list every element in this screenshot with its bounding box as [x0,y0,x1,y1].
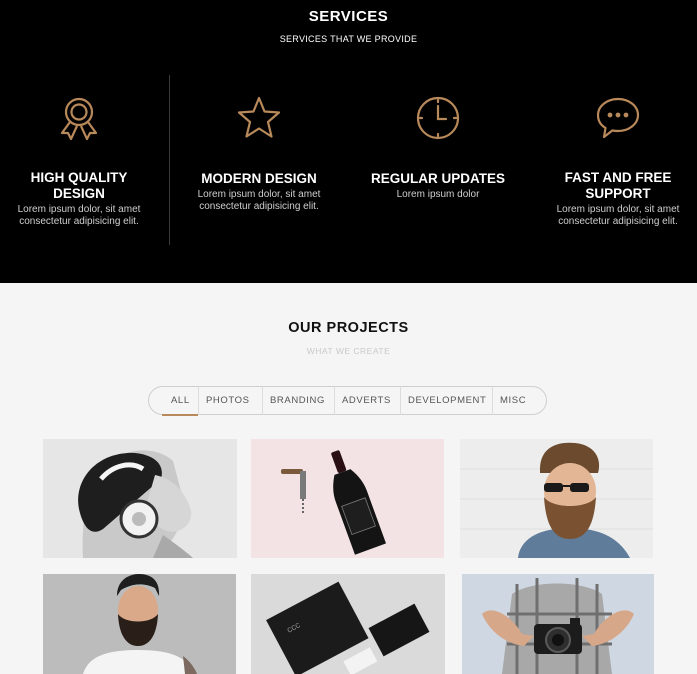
services-title: SERVICES [308,8,389,25]
bearded-man-sunglasses-photo [460,439,653,558]
chat-bubble-icon [596,97,640,139]
service-regular-updates: REGULAR UPDATES Lorem ipsum dolor [363,95,513,201]
project-thumb-headphones[interactable] [43,439,237,558]
filter-tab-photos[interactable]: PHOTOS [198,386,262,415]
star-icon [237,96,281,138]
project-thumb-bearded-tattoo[interactable] [43,574,236,674]
project-thumb-stationery[interactable]: ccc [251,574,445,674]
service-text-line: consectetur adipisicing elit. [19,216,139,227]
service-fast-free-support: FAST AND FREE SUPPORT Lorem ipsum dolor,… [543,95,693,228]
services-subtitle: SERVICES THAT WE PROVIDE [279,34,418,44]
services-divider [169,75,170,245]
service-text-line: Lorem ipsum dolor [396,189,480,200]
woman-headphones-photo [43,439,237,558]
project-thumb-bearded-sunglasses[interactable] [460,439,653,558]
filter-tab-misc[interactable]: MISC [492,386,540,415]
filter-tab-branding[interactable]: BRANDING [262,386,334,415]
project-thumb-wine[interactable] [251,439,444,558]
service-text-line: Lorem ipsum dolor, sit amet [197,189,321,200]
service-title-line: FAST AND FREE [564,170,672,185]
service-high-quality-design: HIGH QUALITY DESIGN Lorem ipsum dolor, s… [4,95,154,228]
projects-title: OUR PROJECTS [288,320,409,336]
services-section: SERVICES SERVICES THAT WE PROVIDE HIGH Q… [0,0,697,283]
wine-bottle-corkscrew-photo [251,439,444,558]
project-thumb-photographer[interactable] [462,574,654,674]
service-text-line: consectetur adipisicing elit. [558,216,678,227]
photographer-camera-photo [462,574,654,674]
projects-subtitle: WHAT WE CREATE [306,346,391,356]
service-text-line: Lorem ipsum dolor, sit amet [556,204,680,215]
service-title-line: HIGH QUALITY [30,170,128,185]
service-modern-design: MODERN DESIGN Lorem ipsum dolor, sit ame… [184,95,334,213]
service-title-line: REGULAR UPDATES [370,171,505,186]
filter-tab-all[interactable]: ALL [162,386,198,416]
service-text-line: Lorem ipsum dolor, sit amet [17,204,141,215]
filter-tab-development[interactable]: DEVELOPMENT [400,386,492,415]
bearded-man-tattoo-photo [43,574,236,674]
award-ribbon-icon [60,97,98,141]
service-title-line: SUPPORT [585,186,651,201]
service-title-line: DESIGN [53,186,105,201]
clock-icon [416,96,460,140]
service-title-line: MODERN DESIGN [201,171,317,186]
project-filter-bar: ALL PHOTOS BRANDING ADVERTS DEVELOPMENT … [148,386,547,416]
filter-tab-adverts[interactable]: ADVERTS [334,386,400,415]
stationery-mockup-photo: ccc [251,574,445,674]
service-text-line: consectetur adipisicing elit. [199,201,319,212]
